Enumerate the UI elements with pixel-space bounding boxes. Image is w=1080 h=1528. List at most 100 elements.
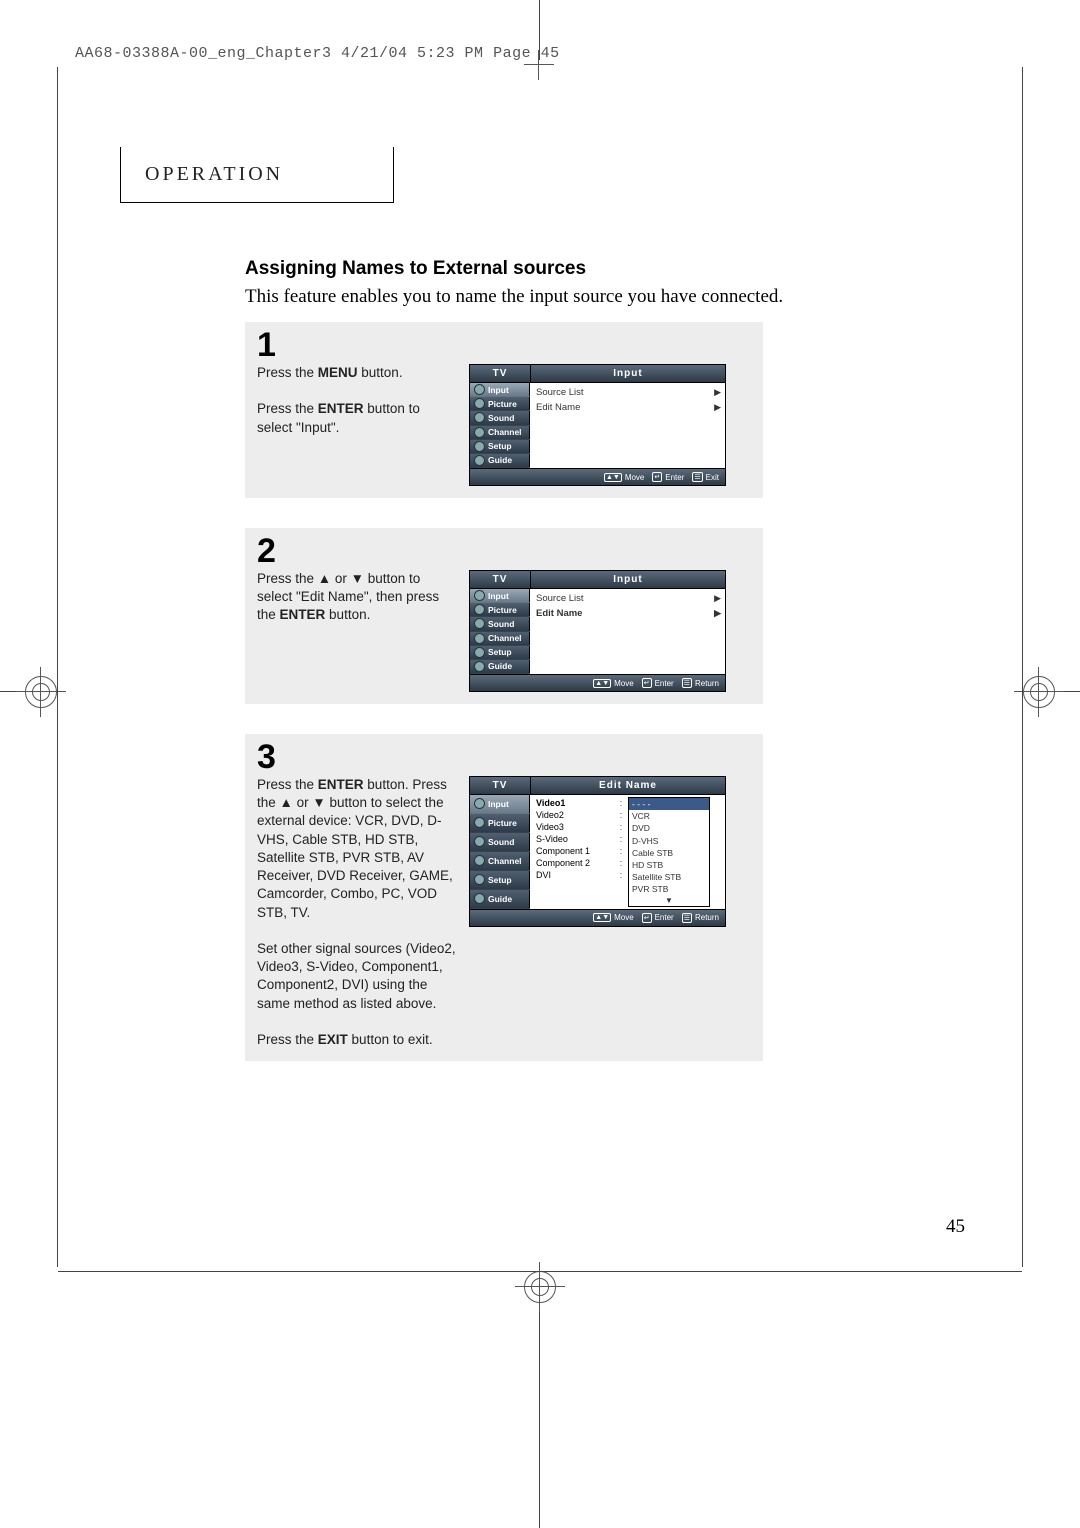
- step-2-osd: TV Input Input Picture Sound Channel Set…: [469, 570, 753, 692]
- sidebar-item-sound[interactable]: Sound: [470, 617, 530, 631]
- operation-title-text: OPERATION: [145, 163, 283, 185]
- osd-main-panel: Video1 Video2 Video3 S-Video Component 1…: [530, 795, 725, 909]
- edit-name-source-list: Video1 Video2 Video3 S-Video Component 1…: [536, 797, 614, 907]
- osd-sidebar: Input Picture Sound Channel Setup Guide: [470, 383, 530, 468]
- sidebar-item-guide[interactable]: Guide: [470, 454, 530, 468]
- source-item-video2[interactable]: Video2: [536, 809, 614, 821]
- picture-icon: [474, 817, 485, 828]
- page: AA68-03388A-00_eng_Chapter3 4/21/04 5:23…: [0, 0, 1080, 1528]
- dropdown-option[interactable]: Cable STB: [629, 847, 709, 859]
- source-item-component1[interactable]: Component 1: [536, 845, 614, 857]
- step-3-osd: TV Edit Name Input Picture Sound Channel…: [469, 776, 753, 1049]
- menu-icon: ☰: [692, 472, 702, 482]
- dropdown-option[interactable]: Satellite STB: [629, 871, 709, 883]
- osd-header-left: TV: [470, 365, 531, 383]
- osd-header-right: Input: [531, 571, 725, 589]
- source-item-video1[interactable]: Video1: [536, 797, 614, 809]
- footer-hint-enter: ↵Enter: [642, 913, 674, 923]
- sidebar-item-channel[interactable]: Channel: [470, 632, 530, 646]
- updown-icon: ▲▼: [593, 913, 611, 922]
- source-item-component2[interactable]: Component 2: [536, 857, 614, 869]
- channel-icon: [474, 633, 485, 644]
- page-edge-line: [57, 67, 58, 1267]
- sidebar-item-sound[interactable]: Sound: [470, 411, 530, 425]
- sound-icon: [474, 412, 485, 423]
- footer-hint-return: ☰Return: [682, 678, 719, 688]
- sidebar-item-guide[interactable]: Guide: [470, 660, 530, 674]
- osd-header-left: TV: [470, 571, 531, 589]
- osd-header-right: Input: [531, 365, 725, 383]
- channel-icon: [474, 427, 485, 438]
- guide-icon: [474, 455, 485, 466]
- sidebar-item-channel[interactable]: Channel: [470, 426, 530, 440]
- sidebar-item-picture[interactable]: Picture: [470, 397, 530, 411]
- source-item-video3[interactable]: Video3: [536, 821, 614, 833]
- osd-row-edit-name[interactable]: Edit Name▶: [536, 400, 721, 415]
- input-icon: [474, 384, 485, 395]
- dropdown-option[interactable]: VCR: [629, 810, 709, 822]
- step-2-box: 2 Press the ▲ or ▼ button to select "Edi…: [245, 528, 763, 704]
- osd-row-source-list[interactable]: Source List▶: [536, 591, 721, 606]
- step-1-osd: TV Input Input Picture Sound Channel Set…: [469, 364, 753, 486]
- osd-footer: ▲▼Move ↵Enter ☰Return: [470, 909, 725, 926]
- sidebar-item-input[interactable]: Input: [470, 383, 530, 397]
- sidebar-item-guide[interactable]: Guide: [470, 890, 530, 909]
- input-icon: [474, 590, 485, 601]
- osd-panel: TV Input Input Picture Sound Channel Set…: [469, 570, 726, 692]
- enter-icon: ↵: [642, 678, 652, 688]
- osd-footer: ▲▼Move ↵Enter ☰Return: [470, 674, 725, 691]
- updown-icon: ▲▼: [604, 473, 622, 482]
- print-header-line: AA68-03388A-00_eng_Chapter3 4/21/04 5:23…: [75, 45, 1080, 62]
- dropdown-option[interactable]: HD STB: [629, 859, 709, 871]
- footer-hint-return: ☰Return: [682, 913, 719, 923]
- section-subtitle: This feature enables you to name the inp…: [245, 286, 960, 308]
- step-3-box: 3 Press the ENTER button. Press the ▲ or…: [245, 734, 763, 1061]
- osd-main-panel: Source List▶ Edit Name▶: [530, 589, 725, 674]
- section-title: Assigning Names to External sources: [245, 258, 960, 280]
- menu-icon: ☰: [682, 678, 692, 688]
- setup-icon: [474, 441, 485, 452]
- step-number: 3: [257, 740, 753, 774]
- sidebar-item-setup[interactable]: Setup: [470, 646, 530, 660]
- osd-footer: ▲▼Move ↵Enter ☰Exit: [470, 468, 725, 485]
- source-item-svideo[interactable]: S-Video: [536, 833, 614, 845]
- sidebar-item-input[interactable]: Input: [470, 795, 530, 814]
- step-1-box: 1 Press the MENU button. Press the ENTER…: [245, 322, 763, 498]
- enter-icon: ↵: [652, 472, 662, 482]
- sidebar-item-setup[interactable]: Setup: [470, 440, 530, 454]
- name-dropdown[interactable]: - - - - VCR DVD D-VHS Cable STB HD STB S…: [628, 797, 710, 907]
- operation-title: OPERATION: [145, 163, 283, 185]
- content-area: OPERATION Assigning Names to External so…: [120, 147, 960, 1061]
- osd-row-source-list[interactable]: Source List▶: [536, 385, 721, 400]
- chevron-right-icon: ▶: [714, 387, 721, 398]
- crop-target-icon: [1023, 676, 1055, 708]
- sidebar-item-picture[interactable]: Picture: [470, 603, 530, 617]
- dropdown-option-selected[interactable]: - - - -: [629, 798, 709, 810]
- colon-column: :::::::: [618, 797, 624, 907]
- footer-hint-exit: ☰Exit: [692, 472, 719, 482]
- osd-row-edit-name[interactable]: Edit Name▶: [536, 606, 721, 621]
- footer-hint-enter: ↵Enter: [652, 472, 684, 482]
- page-number: 45: [946, 1216, 965, 1238]
- dropdown-option[interactable]: DVD: [629, 822, 709, 834]
- picture-icon: [474, 398, 485, 409]
- osd-header-right: Edit Name: [531, 777, 725, 795]
- sidebar-item-setup[interactable]: Setup: [470, 871, 530, 890]
- osd-sidebar: Input Picture Sound Channel Setup Guide: [470, 589, 530, 674]
- footer-hint-move: ▲▼Move: [593, 678, 633, 688]
- osd-panel: TV Input Input Picture Sound Channel Set…: [469, 364, 726, 486]
- dropdown-option[interactable]: PVR STB: [629, 883, 709, 895]
- footer-hint-move: ▲▼Move: [604, 472, 644, 482]
- picture-icon: [474, 604, 485, 615]
- sidebar-item-sound[interactable]: Sound: [470, 833, 530, 852]
- source-item-dvi[interactable]: DVI: [536, 869, 614, 881]
- osd-panel: TV Edit Name Input Picture Sound Channel…: [469, 776, 726, 927]
- step-1-text: Press the MENU button. Press the ENTER b…: [257, 364, 457, 486]
- updown-icon: ▲▼: [593, 679, 611, 688]
- sidebar-item-picture[interactable]: Picture: [470, 814, 530, 833]
- page-edge-line: [1022, 67, 1023, 1267]
- sidebar-item-channel[interactable]: Channel: [470, 852, 530, 871]
- dropdown-option[interactable]: D-VHS: [629, 835, 709, 847]
- sidebar-item-input[interactable]: Input: [470, 589, 530, 603]
- guide-icon: [474, 661, 485, 672]
